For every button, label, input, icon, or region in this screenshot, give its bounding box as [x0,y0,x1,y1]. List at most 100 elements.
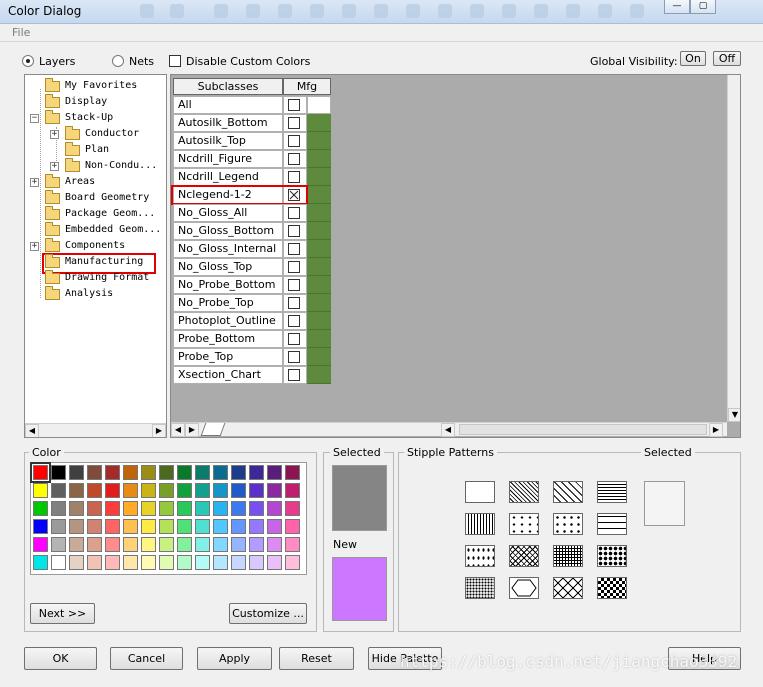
color-swatch[interactable] [195,483,210,498]
color-swatch[interactable] [231,537,246,552]
color-swatch[interactable] [123,483,138,498]
color-swatch[interactable] [195,537,210,552]
mfg-color-cell[interactable] [307,312,331,330]
color-swatch[interactable] [231,519,246,534]
tree-item[interactable]: Package Geom... [45,206,163,223]
tree-item[interactable]: Stack-Up [45,110,163,127]
color-swatch[interactable] [249,465,264,480]
color-swatch[interactable] [267,519,282,534]
scroll-left-arrow-icon[interactable]: ◀ [441,423,455,437]
tree-item[interactable]: Plan [65,142,163,159]
grid-scroll-thumb[interactable] [459,424,707,435]
visibility-checkbox[interactable] [288,279,300,291]
mfg-color-cell[interactable] [307,168,331,186]
tree-item[interactable]: Conductor [65,126,163,143]
tree-expander-icon[interactable]: + [30,242,39,251]
color-swatch[interactable] [33,519,48,534]
tree-expander-icon[interactable]: + [50,162,59,171]
tree-item[interactable]: Manufacturing [42,253,156,274]
color-swatch[interactable] [51,519,66,534]
mfg-color-cell[interactable] [307,240,331,258]
subclass-row[interactable]: Ncdrill_Figure [173,150,283,168]
color-swatch[interactable] [87,519,102,534]
color-swatch[interactable] [51,465,66,480]
vertical-lines-pattern[interactable] [465,513,495,535]
menu-file[interactable]: File [12,26,30,39]
horizontal-lines-pattern[interactable] [597,481,627,503]
octagon-pattern[interactable] [509,577,539,599]
global-on-button[interactable]: On [680,51,706,66]
subclass-row[interactable]: No_Probe_Bottom [173,276,283,294]
maximize-button[interactable]: ▢ [690,0,716,14]
color-swatch[interactable] [69,537,84,552]
color-swatch[interactable] [123,519,138,534]
subclass-row[interactable]: Ncdrill_Legend [173,168,283,186]
customize-button[interactable]: Customize ... [229,603,307,624]
color-swatch[interactable] [285,555,300,570]
visibility-checkbox[interactable] [288,171,300,183]
color-swatch[interactable] [33,501,48,516]
visibility-checkbox[interactable] [288,297,300,309]
x-cross-pattern[interactable] [553,577,583,599]
color-swatch[interactable] [105,537,120,552]
visibility-checkbox[interactable] [288,369,300,381]
color-swatch[interactable] [231,483,246,498]
subclass-row[interactable]: Probe_Top [173,348,283,366]
color-swatch[interactable] [33,555,48,570]
layers-radio[interactable] [22,55,34,67]
tree-expander-icon[interactable]: + [30,178,39,187]
color-swatch[interactable] [123,501,138,516]
dashed-lines-pattern[interactable] [597,513,627,535]
visibility-checkbox[interactable] [288,99,300,111]
color-swatch[interactable] [249,519,264,534]
mfg-color-cell[interactable] [307,366,331,384]
tab-scroll-left-icon[interactable]: ◀ [171,423,185,437]
subclass-row[interactable]: Probe_Bottom [173,330,283,348]
disable-custom-colors-checkbox[interactable] [169,55,181,67]
mfg-color-cell[interactable] [307,222,331,240]
color-swatch[interactable] [87,501,102,516]
tree-item[interactable]: Analysis [45,286,163,303]
color-swatch[interactable] [213,519,228,534]
color-swatch[interactable] [177,519,192,534]
color-swatch[interactable] [141,501,156,516]
ok-button[interactable]: OK [24,647,97,670]
visibility-checkbox[interactable] [288,315,300,327]
mfg-color-cell[interactable] [307,96,331,114]
color-swatch[interactable] [267,465,282,480]
nets-radio[interactable] [112,55,124,67]
scattered-dots-pattern[interactable] [509,513,539,535]
fine-dots-pattern[interactable] [465,577,495,599]
scroll-down-arrow-icon[interactable]: ▼ [728,408,740,422]
color-swatch[interactable] [69,519,84,534]
color-swatch[interactable] [213,465,228,480]
color-swatch[interactable] [159,537,174,552]
color-swatch[interactable] [51,483,66,498]
color-swatch[interactable] [177,555,192,570]
color-swatch[interactable] [141,555,156,570]
layer-folder-tree[interactable]: ◀ ▶ My Favorites Display − Stack-Up + Conduct… [24,74,167,438]
color-swatch[interactable] [249,537,264,552]
subclass-row[interactable]: All [173,96,283,114]
subclass-row[interactable]: No_Probe_Top [173,294,283,312]
color-swatch[interactable] [87,537,102,552]
scroll-right-arrow-icon[interactable]: ▶ [152,424,166,437]
color-swatch[interactable] [87,483,102,498]
tree-item[interactable]: Display [45,94,163,111]
color-swatch[interactable] [69,465,84,480]
color-swatch[interactable] [159,501,174,516]
tree-item[interactable]: My Favorites [45,78,163,95]
grid-pattern[interactable] [553,545,583,567]
color-swatch[interactable] [285,501,300,516]
visibility-checkbox[interactable] [288,153,300,165]
color-swatch[interactable] [123,465,138,480]
minimize-button[interactable]: — [664,0,690,14]
visibility-checkbox[interactable] [288,135,300,147]
cancel-button[interactable]: Cancel [110,647,183,670]
subclass-row[interactable]: No_Gloss_Top [173,258,283,276]
tree-item[interactable]: Board Geometry [45,190,163,207]
color-swatch[interactable] [195,501,210,516]
color-swatch[interactable] [33,537,48,552]
mfg-color-cell[interactable] [307,186,331,204]
tree-item[interactable]: Components [45,238,163,255]
